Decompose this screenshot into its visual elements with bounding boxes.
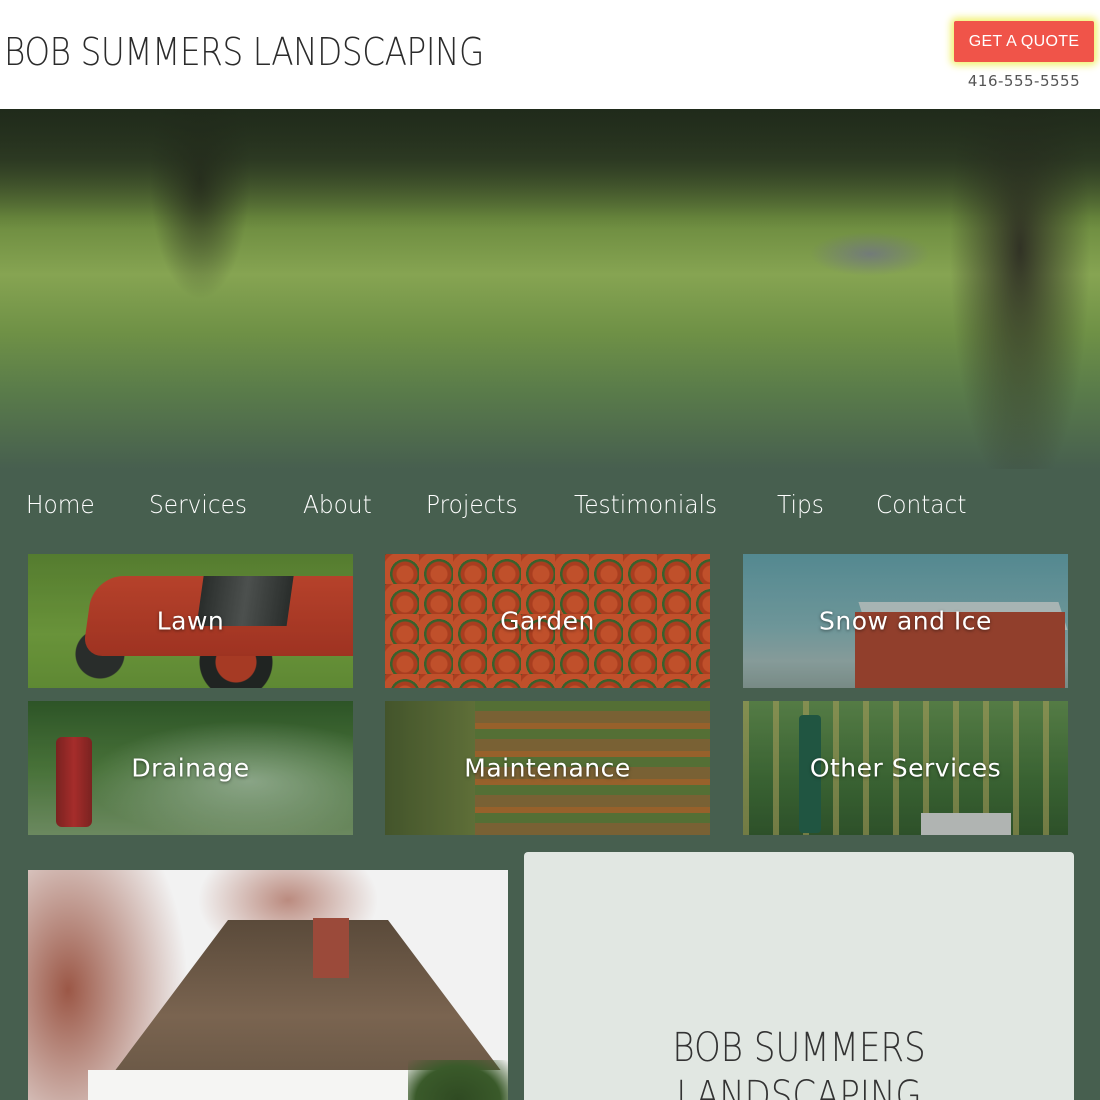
service-tile-snow-and-ice[interactable]: Snow and Ice (743, 554, 1068, 688)
site-logo-text[interactable]: BOB SUMMERS LANDSCAPING (4, 30, 484, 74)
hero-tree-canopy (0, 109, 1100, 229)
about-title: BOB SUMMERS LANDSCAPING (672, 1025, 926, 1100)
main-nav: Home Services About Projects Testimonial… (26, 490, 1022, 526)
thatched-house-image (28, 870, 508, 1100)
site-header: BOB SUMMERS LANDSCAPING GET A QUOTE 416-… (0, 0, 1100, 109)
service-tile-maintenance[interactable]: Maintenance (385, 701, 710, 835)
service-tile-lawn[interactable]: Lawn (28, 554, 353, 688)
service-tile-label: Snow and Ice (819, 606, 992, 636)
service-tile-drainage[interactable]: Drainage (28, 701, 353, 835)
service-tile-label: Other Services (809, 753, 1002, 783)
nav-services[interactable]: Services (149, 490, 247, 526)
nav-contact[interactable]: Contact (876, 490, 966, 526)
nav-tips[interactable]: Tips (777, 490, 824, 526)
about-card: BOB SUMMERS LANDSCAPING (524, 852, 1074, 1100)
hero-image (0, 109, 1100, 469)
service-tile-other-services[interactable]: Other Services (743, 701, 1068, 835)
nav-home[interactable]: Home (26, 490, 95, 526)
service-tile-label: Drainage (131, 753, 250, 783)
nav-testimonials[interactable]: Testimonials (574, 490, 717, 526)
service-tile-label: Maintenance (464, 753, 631, 783)
nav-about[interactable]: About (303, 490, 372, 526)
get-a-quote-button[interactable]: GET A QUOTE (954, 21, 1094, 62)
phone-number[interactable]: 416-555-5555 (954, 72, 1094, 90)
service-tile-garden[interactable]: Garden (385, 554, 710, 688)
service-tile-label: Lawn (156, 606, 225, 636)
nav-projects[interactable]: Projects (426, 490, 518, 526)
service-tile-label: Garden (500, 606, 595, 636)
